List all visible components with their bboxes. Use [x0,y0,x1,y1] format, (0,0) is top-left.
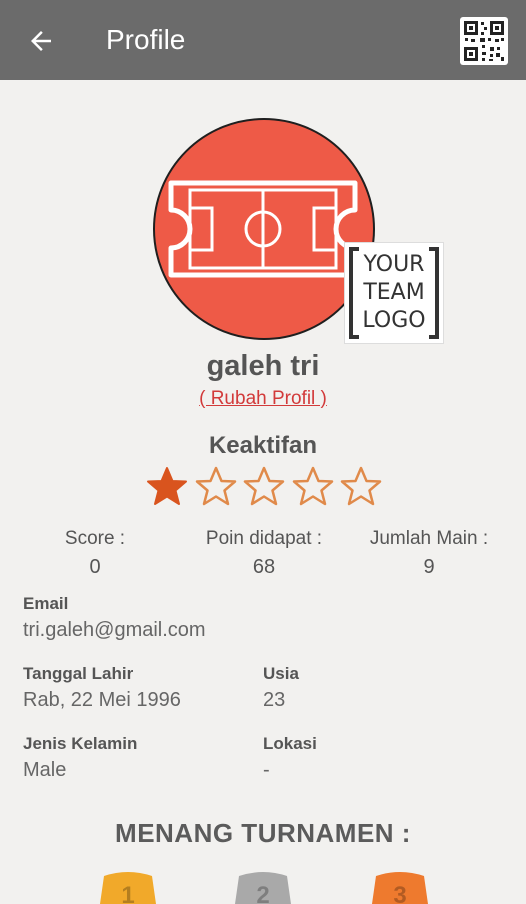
location-value: - [263,759,270,781]
location-label: Lokasi [263,734,317,753]
stat-games-value: 9 [423,556,435,578]
gender-label: Jenis Kelamin [23,734,138,753]
age-value: 23 [263,689,286,711]
star-outline-icon [340,466,382,506]
stat-score-value: 0 [89,556,101,578]
qr-code-icon [464,21,504,61]
edit-profile-link[interactable]: ( Rubah Profil ) [199,388,327,409]
gender-value: Male [23,759,67,781]
activity-rating [146,466,382,510]
star-outline-icon [243,466,285,506]
star-filled-icon [147,467,187,505]
stat-games-label: Jumlah Main : [369,528,489,549]
medal-rank-2-icon[interactable]: 2 [233,870,293,904]
activity-title: Keaktifan [208,432,318,459]
tournament-wins-title: MENANG TURNAMEN : [115,818,411,848]
stat-points-value: 68 [252,556,276,578]
back-button[interactable] [22,22,60,60]
team-logo[interactable]: YOUR TEAM LOGO [345,243,443,343]
star-outline-icon [195,466,236,506]
age-label: Usia [263,664,299,683]
user-name: galeh tri [206,350,320,382]
profile-avatar[interactable] [153,118,375,340]
star-outline-icon [292,466,333,506]
birth-date-value: Rab, 22 Mei 1996 [23,689,181,711]
email-value: tri.galeh@gmail.com [23,619,206,641]
email-label: Email [23,594,69,613]
soccer-field-icon [168,180,358,278]
arrow-left-icon [31,31,51,51]
team-logo-line: YOUR [363,252,425,277]
medal-rank-1-icon[interactable]: 1 [98,870,158,904]
stat-score-label: Score : [64,528,126,549]
page-title: Profile [106,24,186,55]
qr-code-button[interactable] [460,17,508,65]
birth-date-label: Tanggal Lahir [23,664,134,683]
medal-rank-label: 2 [256,882,269,904]
medal-rank-label: 3 [393,882,406,904]
medal-rank-label: 1 [121,882,134,904]
team-logo-line: LOGO [362,308,426,333]
stat-points-label: Poin didapat : [205,528,323,549]
medal-rank-3-icon[interactable]: 3 [370,870,430,904]
team-logo-line: TEAM [363,280,425,305]
edit-profile-link-wrap: ( Rubah Profil ) [0,388,526,410]
app-bar: Profile [0,0,526,80]
